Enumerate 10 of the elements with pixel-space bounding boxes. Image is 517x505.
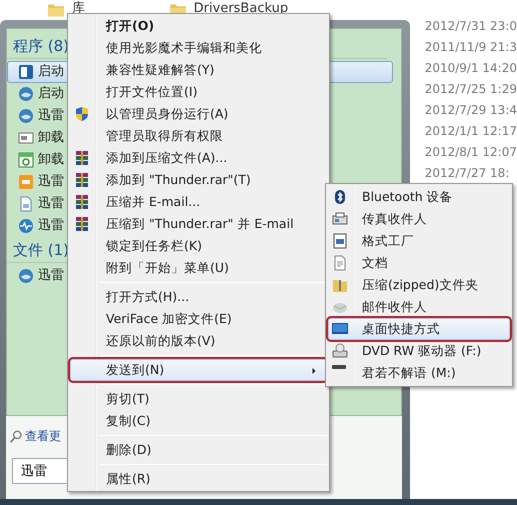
- date-modified: 2012/7/31 23:0: [424, 18, 517, 35]
- date-modified: 2012/7/29 13:4: [424, 102, 517, 119]
- date-modified: 2011/11/9 21:3: [424, 39, 517, 56]
- group-heading: 程序 (8): [13, 37, 70, 55]
- date-modified: 2010/9/1 14:20: [424, 60, 517, 77]
- date-modified: 2012/8/1 12:07: [424, 144, 517, 161]
- date-modified: 2012/7/25 1:29: [424, 81, 517, 98]
- date-modified: 2012/7/27 18:: [424, 165, 510, 182]
- group-heading: 文件 (1): [13, 241, 70, 259]
- date-modified: 2012/1/1 12:17: [424, 123, 517, 140]
